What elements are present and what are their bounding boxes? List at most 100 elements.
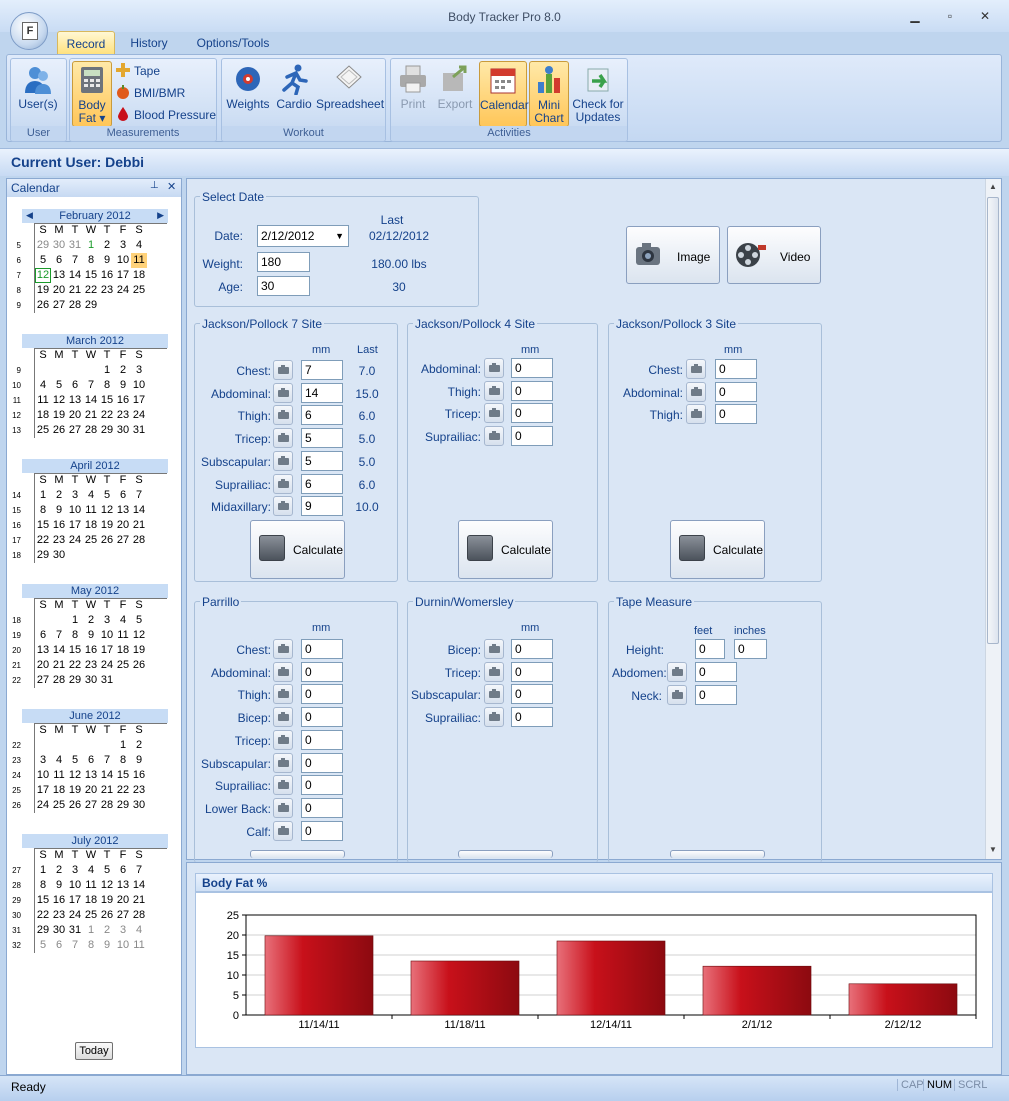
calendar-day[interactable]: 1 xyxy=(83,238,99,253)
calendar-day[interactable]: 30 xyxy=(83,673,99,688)
calendar-day[interactable]: 13 xyxy=(83,768,99,783)
jp4-input[interactable]: 0 xyxy=(511,380,553,401)
calendar-day[interactable]: 5 xyxy=(35,253,51,268)
pin-icon[interactable]: ⊥ xyxy=(150,180,159,191)
calendar-day[interactable]: 14 xyxy=(131,503,147,518)
calendar-day[interactable]: 17 xyxy=(35,783,51,798)
calendar-day[interactable]: 28 xyxy=(99,798,115,813)
jp7-input[interactable]: 6 xyxy=(301,405,343,426)
jp3-camera-icon[interactable] xyxy=(686,381,706,402)
jp7-calculate-button[interactable]: Calculate xyxy=(250,520,345,579)
calendar-day[interactable]: 9 xyxy=(83,628,99,643)
parrillo-input[interactable]: 0 xyxy=(301,775,343,796)
calendar-day[interactable]: 7 xyxy=(67,938,83,953)
parrillo-input[interactable]: 0 xyxy=(301,639,343,659)
weight-input[interactable]: 180 xyxy=(257,252,310,272)
calendar-day[interactable]: 25 xyxy=(115,658,131,673)
jp7-input[interactable]: 6 xyxy=(301,473,343,494)
calendar-day[interactable]: 6 xyxy=(35,628,51,643)
height-feet-input[interactable]: 0 xyxy=(695,639,725,659)
calendar-day[interactable]: 8 xyxy=(115,753,131,768)
calendar-day[interactable]: 1 xyxy=(35,488,51,503)
calendar-day[interactable]: 23 xyxy=(131,783,147,798)
calendar-day[interactable]: 11 xyxy=(35,393,51,408)
calendar-day[interactable]: 7 xyxy=(83,378,99,393)
calendar-day[interactable]: 28 xyxy=(51,673,67,688)
calendar-day[interactable]: 29 xyxy=(35,548,51,563)
calendar-day[interactable]: 27 xyxy=(67,423,83,438)
calendar-day[interactable]: 1 xyxy=(35,863,51,878)
calendar-day[interactable]: 9 xyxy=(115,378,131,393)
calendar-day[interactable]: 18 xyxy=(83,893,99,908)
parrillo-camera-icon[interactable] xyxy=(273,639,293,659)
parrillo-camera-icon[interactable] xyxy=(273,797,293,818)
calendar-day[interactable]: 9 xyxy=(51,878,67,893)
calendar-day[interactable]: 13 xyxy=(35,643,51,658)
calendar-day[interactable]: 18 xyxy=(83,518,99,533)
calendar-day[interactable]: 3 xyxy=(115,238,131,253)
calendar-day[interactable]: 7 xyxy=(67,253,83,268)
calendar-day[interactable]: 13 xyxy=(51,268,67,283)
calendar-day[interactable]: 3 xyxy=(67,863,83,878)
jp4-calculate-button[interactable]: Calculate xyxy=(458,520,553,579)
calendar-day[interactable]: 2 xyxy=(131,738,147,753)
calendar-day[interactable]: 20 xyxy=(115,518,131,533)
jp7-camera-icon[interactable] xyxy=(273,428,293,449)
calendar-day[interactable]: 16 xyxy=(115,393,131,408)
users-button[interactable]: User(s) xyxy=(13,61,63,127)
calendar-day[interactable]: 2 xyxy=(115,363,131,378)
body-fat-button[interactable]: Body Fat ▾ xyxy=(72,61,112,127)
calendar-day[interactable]: 4 xyxy=(115,613,131,628)
today-button[interactable]: Today xyxy=(75,1042,113,1060)
calendar-day[interactable]: 18 xyxy=(51,783,67,798)
calendar-day[interactable]: 29 xyxy=(35,238,51,253)
tab-record[interactable]: Record xyxy=(57,31,115,55)
calendar-day[interactable]: 15 xyxy=(35,893,51,908)
calendar-day[interactable]: 21 xyxy=(131,518,147,533)
calendar-day[interactable]: 23 xyxy=(115,408,131,423)
neck-camera-icon[interactable] xyxy=(667,685,687,705)
calendar-day[interactable]: 22 xyxy=(35,908,51,923)
calendar-button[interactable]: Calendar xyxy=(479,61,529,127)
jp7-input[interactable]: 5 xyxy=(301,428,343,449)
parrillo-input[interactable]: 0 xyxy=(301,707,343,728)
calendar-day[interactable]: 25 xyxy=(35,423,51,438)
calendar-day[interactable]: 20 xyxy=(83,783,99,798)
calendar-day[interactable]: 2 xyxy=(99,238,115,253)
calendar-day[interactable]: 27 xyxy=(83,798,99,813)
calendar-day[interactable]: 27 xyxy=(35,673,51,688)
calendar-day[interactable]: 21 xyxy=(83,408,99,423)
neck-input[interactable]: 0 xyxy=(695,685,737,705)
parrillo-camera-icon[interactable] xyxy=(273,775,293,796)
calendar-day[interactable]: 31 xyxy=(99,673,115,688)
durnin-camera-icon[interactable] xyxy=(484,684,504,705)
parrillo-camera-icon[interactable] xyxy=(273,752,293,773)
calendar-day[interactable]: 30 xyxy=(115,423,131,438)
durnin-camera-icon[interactable] xyxy=(484,639,504,659)
calendar-day[interactable]: 10 xyxy=(99,628,115,643)
calendar-day[interactable]: 6 xyxy=(51,253,67,268)
calendar-day[interactable]: 19 xyxy=(35,283,51,298)
calendar-day[interactable]: 2 xyxy=(51,488,67,503)
calendar-day[interactable]: 22 xyxy=(83,283,99,298)
scrollbar-thumb[interactable] xyxy=(987,197,999,644)
calendar-day[interactable]: 22 xyxy=(99,408,115,423)
jp3-input[interactable]: 0 xyxy=(715,381,757,402)
jp7-input[interactable]: 5 xyxy=(301,450,343,471)
calendar-day[interactable]: 19 xyxy=(51,408,67,423)
calendar-day[interactable]: 21 xyxy=(99,783,115,798)
jp7-camera-icon[interactable] xyxy=(273,450,293,471)
calendar-day[interactable]: 6 xyxy=(115,863,131,878)
calendar-day[interactable]: 3 xyxy=(99,613,115,628)
calendar-day[interactable]: 29 xyxy=(67,673,83,688)
close-icon[interactable]: ✕ xyxy=(976,8,994,24)
calendar-day[interactable]: 16 xyxy=(131,768,147,783)
calendar-day[interactable]: 12 xyxy=(67,768,83,783)
image-button[interactable]: Image xyxy=(626,226,720,284)
jp7-input[interactable]: 14 xyxy=(301,382,343,403)
calendar-day[interactable]: 8 xyxy=(35,878,51,893)
calendar-day[interactable]: 4 xyxy=(131,923,147,938)
calendar-day[interactable]: 15 xyxy=(67,643,83,658)
parrillo-input[interactable]: 0 xyxy=(301,797,343,818)
calendar-day[interactable]: 20 xyxy=(115,893,131,908)
